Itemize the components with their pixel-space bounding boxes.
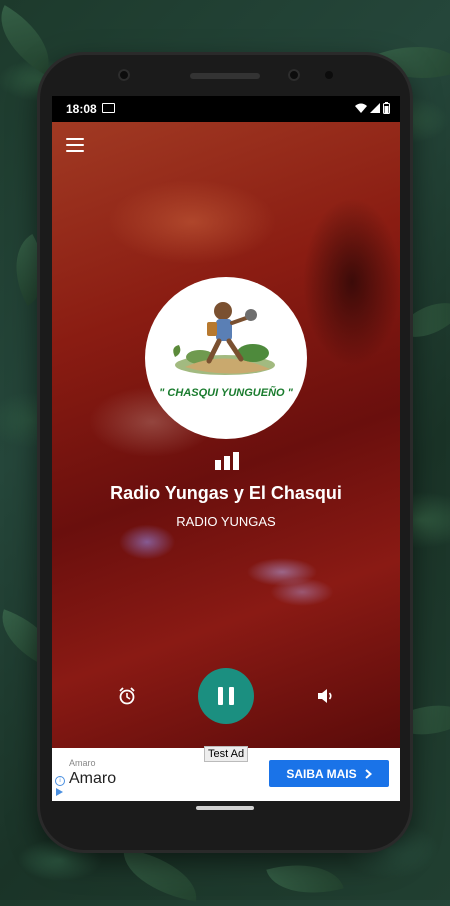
cast-icon	[102, 103, 115, 113]
station-logo: " CHASQUI YUNGUEÑO "	[145, 277, 307, 439]
test-ad-label: Test Ad	[204, 746, 249, 762]
ad-play-icon[interactable]	[56, 788, 63, 796]
status-bar: 18:08	[52, 96, 400, 122]
status-time: 18:08	[66, 102, 97, 116]
ad-advertiser-name: Amaro	[69, 770, 117, 787]
chasqui-runner-illustration	[173, 302, 275, 375]
station-name: Radio Yungas y El Chasqui	[110, 483, 342, 503]
wifi-icon	[355, 103, 367, 113]
ad-banner[interactable]: Test Ad Amaro i Amaro SAIBA MAIS	[52, 746, 400, 801]
front-camera	[118, 69, 130, 81]
alarm-icon[interactable]	[118, 687, 136, 705]
phone-sensor	[288, 69, 300, 81]
home-indicator[interactable]	[196, 806, 254, 810]
background-leaf	[266, 851, 344, 906]
pause-button[interactable]	[198, 668, 254, 724]
status-icons	[355, 102, 390, 114]
proximity-sensor	[325, 71, 333, 79]
ad-cta-button[interactable]: SAIBA MAIS	[269, 760, 389, 787]
logo-text: " CHASQUI YUNGUEÑO "	[159, 387, 293, 399]
menu-icon[interactable]	[66, 138, 84, 152]
station-subtitle: RADIO YUNGAS	[176, 514, 276, 529]
pause-icon	[218, 687, 234, 705]
signal-icon	[370, 103, 380, 113]
phone-screen: 18:08 " CHASQUI YUNGUEÑO " Radio Yungas …	[52, 96, 400, 801]
equalizer-icon	[215, 452, 239, 470]
background-leaf	[117, 848, 203, 902]
player-background: " CHASQUI YUNGUEÑO " Radio Yungas y El C…	[52, 122, 400, 748]
volume-icon[interactable]	[316, 687, 334, 705]
chevron-right-icon	[364, 768, 372, 779]
ad-cta-label: SAIBA MAIS	[286, 766, 357, 781]
phone-speaker	[190, 73, 260, 79]
ad-info-icon[interactable]: i	[55, 776, 65, 786]
battery-icon	[383, 102, 390, 114]
ad-advertiser-small: Amaro	[69, 758, 96, 768]
